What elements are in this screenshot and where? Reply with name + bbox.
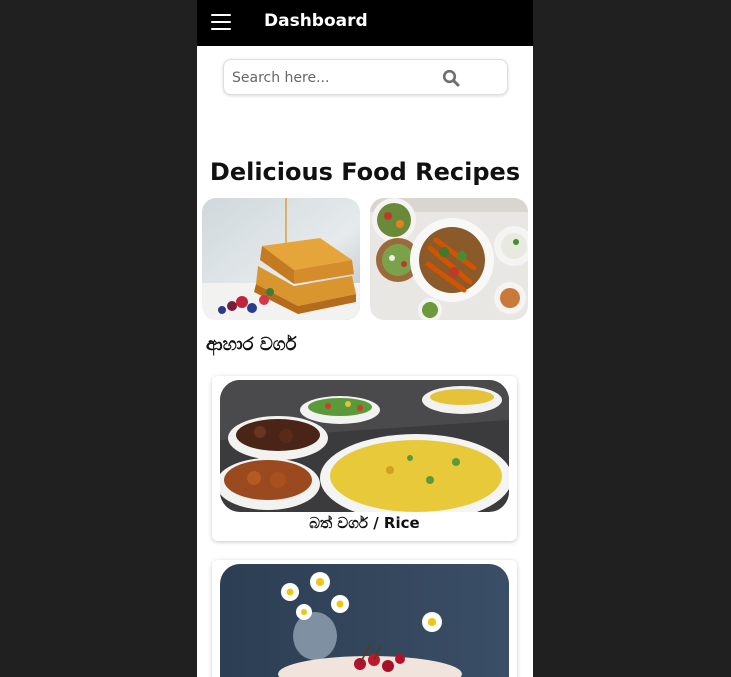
rice-dishes-photo — [220, 380, 509, 512]
main-heading: Delicious Food Recipes — [209, 158, 521, 186]
waffles-photo — [202, 198, 360, 320]
category-card-cake[interactable] — [212, 560, 517, 677]
hamburger-menu-icon[interactable] — [211, 14, 231, 31]
cake-image — [220, 564, 509, 677]
category-label-rice: බත් වර්ග / Rice — [309, 514, 420, 532]
salad-photo — [370, 198, 528, 320]
carousel-image-waffles[interactable] — [202, 198, 360, 320]
section-title: ආහාර වර්ග — [206, 334, 297, 355]
page-title: Dashboard — [264, 11, 368, 31]
app-screen: Dashboard Delicious Food Recipes — [197, 0, 533, 677]
cake-photo — [220, 564, 509, 677]
search-input[interactable] — [230, 60, 434, 96]
category-card-rice[interactable]: බත් වර්ග / Rice — [212, 376, 517, 541]
search-bar[interactable] — [223, 59, 508, 96]
carousel-image-salad[interactable] — [370, 198, 528, 320]
search-icon[interactable] — [442, 69, 460, 87]
app-bar: Dashboard — [197, 0, 533, 46]
rice-image — [220, 380, 509, 512]
